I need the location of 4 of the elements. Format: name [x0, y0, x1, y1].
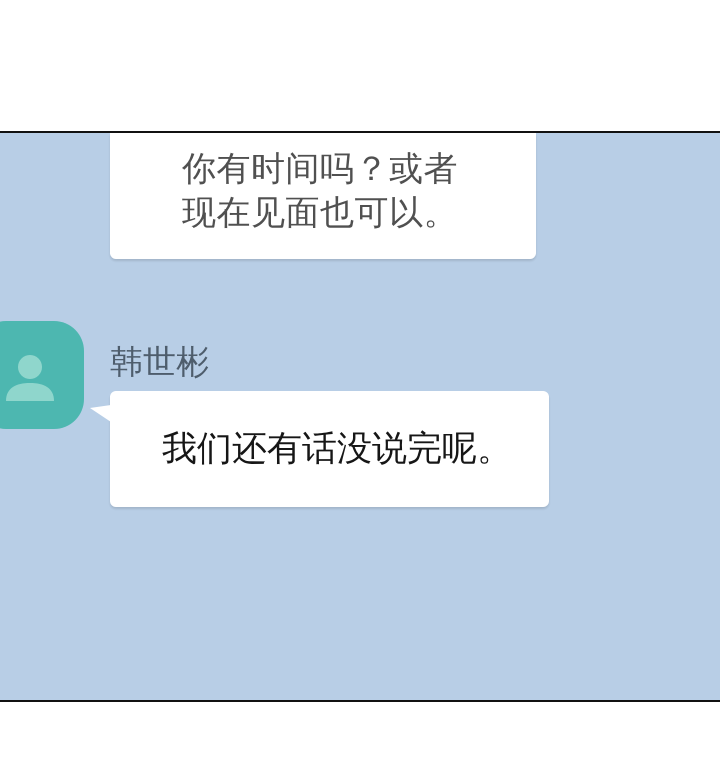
sender-name: 韩世彬: [110, 345, 209, 379]
message-text: 我们还有话没说完呢。: [162, 429, 512, 469]
person-icon: [6, 355, 54, 401]
message-text: 你有时间吗？或者 现在见面也可以。: [182, 148, 458, 235]
